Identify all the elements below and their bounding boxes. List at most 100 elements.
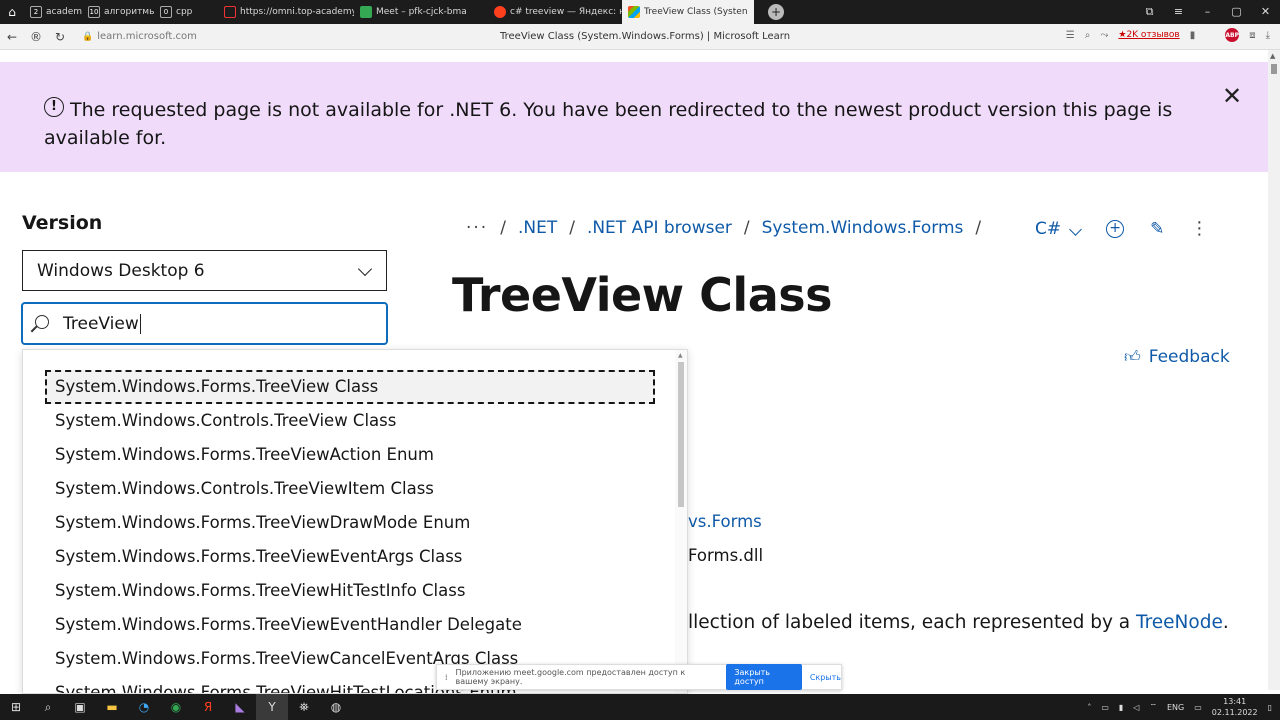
language-selector[interactable]: C# [1035, 219, 1082, 239]
maximize-icon[interactable]: ▢ [1222, 5, 1251, 19]
url-host[interactable]: learn.microsoft.com [97, 31, 197, 42]
search-value: TreeView [63, 313, 139, 334]
stop-sharing-button[interactable]: Закрыть доступ [726, 664, 802, 690]
chrome-icon[interactable]: ◉ [160, 694, 192, 720]
network-icon[interactable]: ▭ [1101, 703, 1109, 712]
notifications-icon[interactable]: ▯ [1268, 703, 1272, 712]
tab-cpp[interactable]: 0 cpp [154, 0, 218, 24]
treenode-link[interactable]: TreeNode [1136, 612, 1223, 633]
share-icon[interactable]: ⤳ [1100, 30, 1108, 41]
thumbs-up-icon: 👍︎ [1124, 347, 1141, 366]
visual-studio-icon[interactable]: ◣ [224, 694, 256, 720]
tabs-icon[interactable]: ⧉ [1135, 5, 1164, 19]
tab-omni[interactable]: https://omni.top-academy [218, 0, 354, 24]
lock-icon[interactable]: 🔒 [82, 32, 93, 42]
download-icon[interactable]: ⤓ [1266, 30, 1270, 41]
search-suggestions: System.Windows.Forms.TreeView Class Syst… [22, 349, 688, 694]
hide-button[interactable]: Скрыть [810, 673, 841, 682]
add-collection-icon[interactable]: + [1106, 219, 1125, 238]
back-icon[interactable]: ← [0, 30, 24, 44]
suggestion-item[interactable]: System.Windows.Forms.TreeViewEventHandle… [45, 608, 655, 642]
clock[interactable]: 13:41 02.11.2022 [1212, 696, 1258, 718]
microsoft-icon [628, 6, 640, 18]
file-explorer-icon[interactable]: ▬ [96, 694, 128, 720]
clock-time: 13:41 [1223, 697, 1247, 706]
yandex-active-icon[interactable]: Y [256, 694, 288, 720]
feedback-label: Feedback [1148, 347, 1230, 367]
close-banner-icon[interactable]: ✕ [1222, 82, 1242, 110]
scroll-up-icon[interactable]: ▲ [678, 352, 683, 359]
suggestions-scrollbar[interactable]: ▲ [675, 350, 687, 693]
new-tab-icon[interactable]: + [768, 4, 784, 20]
breadcrumb-item[interactable]: System.Windows.Forms [762, 218, 964, 238]
chevron-down-icon [1069, 222, 1082, 236]
suggestion-item[interactable]: System.Windows.Forms.TreeViewHitTestInfo… [45, 574, 655, 608]
adblock-icon[interactable]: ABP [1225, 28, 1240, 42]
home-icon[interactable]: ⌂ [0, 0, 24, 24]
more-options-icon[interactable]: ⋮ [1190, 218, 1208, 239]
chevron-up-icon[interactable]: ˄ [1087, 703, 1091, 712]
github-icon[interactable]: ◍ [320, 694, 352, 720]
breadcrumb-more[interactable]: ··· [466, 218, 488, 238]
reader-icon[interactable]: ☰ [1066, 30, 1075, 41]
extensions-icon[interactable]: ⧈ [1249, 30, 1255, 41]
windows-start-icon[interactable]: ⊞ [0, 694, 32, 720]
scrollbar-thumb[interactable] [678, 362, 684, 507]
task-view-icon[interactable]: ▣ [64, 694, 96, 720]
breadcrumb-item[interactable]: .NET API browser [587, 218, 732, 238]
drag-handle-icon[interactable]: ⁞ [445, 673, 448, 682]
browser-tabstrip: ⌂ 2 academy 10 алгоритмы 0 cpp https://o… [0, 0, 1280, 24]
tab-favicon: 0 [160, 6, 172, 18]
yandex-browser-icon[interactable]: Я [192, 694, 224, 720]
article-toolbar: C# + ✎ ⋮ [1035, 218, 1208, 239]
suggestion-item[interactable]: System.Windows.Controls.TreeView Class [45, 404, 655, 438]
scroll-up-icon[interactable]: ▲ [1270, 52, 1275, 60]
version-select[interactable]: Windows Desktop 6 [22, 250, 387, 291]
tab-yandex[interactable]: c# treeview — Яндекс: на [488, 0, 622, 24]
suggestion-item[interactable]: System.Windows.Forms.TreeViewDrawMode En… [45, 506, 655, 540]
tab-label: TreeView Class (Systen [644, 7, 748, 17]
rating-badge[interactable]: ★2K отзывов [1118, 30, 1179, 40]
tab-treeview-active[interactable]: TreeView Class (Systen ✕ [622, 0, 754, 24]
search-input[interactable]: TreeView [21, 302, 388, 345]
page-scrollbar[interactable]: ▲ [1268, 50, 1280, 690]
tab-meet[interactable]: Meet – pfk-cjck-bma [354, 0, 488, 24]
yandex-home-icon[interactable]: ® [24, 30, 48, 44]
page-title-bar: TreeView Class (System.Windows.Forms) | … [500, 31, 791, 42]
text-cursor [139, 313, 141, 334]
app-icon[interactable]: ⛯ [288, 694, 320, 720]
wifi-icon[interactable]: ⌔ [1149, 702, 1157, 712]
tab-academy[interactable]: 2 academy [24, 0, 82, 24]
translate-icon[interactable]: ⌕ [1085, 30, 1091, 41]
bookmark-icon[interactable]: ▮ [1190, 30, 1196, 41]
suggestion-item[interactable]: System.Windows.Controls.TreeViewItem Cla… [45, 472, 655, 506]
address-bar: ← ® ↻ 🔒 learn.microsoft.com TreeView Cla… [0, 24, 1280, 50]
tab-algorithms[interactable]: 10 алгоритмы [82, 0, 154, 24]
search-icon[interactable]: ⌕ [32, 694, 64, 720]
namespace-link[interactable]: vs.Forms [688, 512, 762, 531]
minimize-icon[interactable]: – [1193, 5, 1222, 19]
edit-icon[interactable]: ✎ [1150, 219, 1164, 239]
scrollbar-thumb[interactable] [1271, 64, 1277, 74]
tab-label: алгоритмы [104, 7, 154, 17]
tab-favicon [224, 6, 236, 18]
banner-message: The requested page is not available for … [44, 99, 1173, 149]
menu-icon[interactable]: ≡ [1164, 5, 1193, 19]
suggestion-item[interactable]: System.Windows.Forms.TreeView Class [45, 370, 655, 404]
tab-favicon: 10 [88, 6, 100, 18]
reload-icon[interactable]: ↻ [48, 30, 72, 44]
close-window-icon[interactable]: ✕ [1251, 5, 1280, 19]
search-icon [35, 315, 49, 329]
edge-icon[interactable]: ◔ [128, 694, 160, 720]
tab-favicon: 2 [30, 6, 42, 18]
keyboard-language[interactable]: ENG [1167, 703, 1184, 712]
battery-icon[interactable]: ▭ [1194, 703, 1202, 712]
microphone-icon[interactable]: ▮ [1119, 703, 1123, 712]
version-value: Windows Desktop 6 [37, 260, 205, 281]
feedback-button[interactable]: 👍︎ Feedback [1124, 347, 1230, 367]
breadcrumb-item[interactable]: .NET [518, 218, 557, 238]
breadcrumb: ··· / .NET / .NET API browser / System.W… [466, 218, 981, 238]
suggestion-item[interactable]: System.Windows.Forms.TreeViewAction Enum [45, 438, 655, 472]
suggestion-item[interactable]: System.Windows.Forms.TreeViewEventArgs C… [45, 540, 655, 574]
volume-icon[interactable]: ◁ [1133, 703, 1139, 712]
